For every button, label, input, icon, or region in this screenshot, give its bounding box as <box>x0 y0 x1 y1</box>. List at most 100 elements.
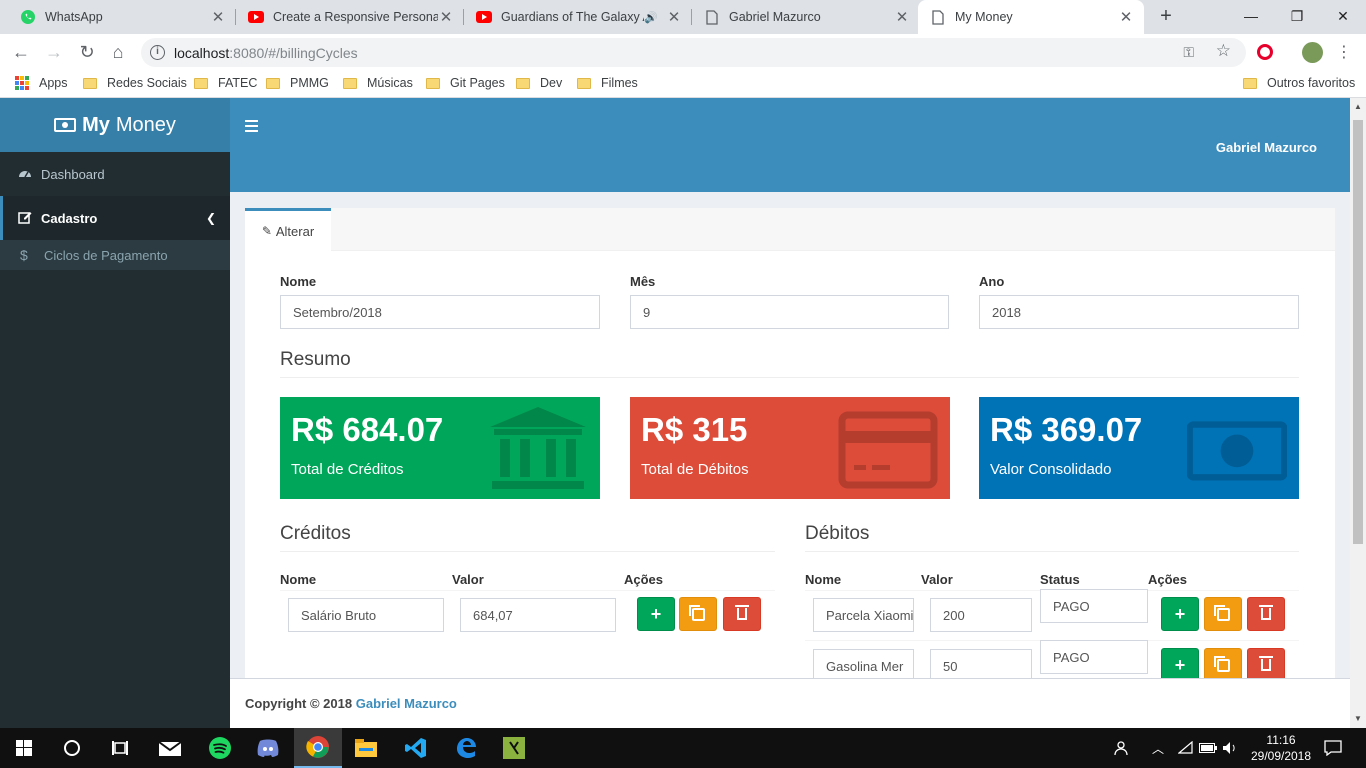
sidebar-item-ciclos[interactable]: $ Ciclos de Pagamento <box>0 240 230 270</box>
file-explorer-icon[interactable] <box>342 728 390 768</box>
notifications-icon[interactable] <box>1324 728 1342 768</box>
tab-title: Create a Responsive Personal P <box>273 10 438 24</box>
sidebar: Dashboard Cadastro ❮ $ Ciclos de Pagamen… <box>0 152 230 728</box>
add-credit-button[interactable]: + <box>637 597 675 631</box>
opera-extension-icon[interactable] <box>1257 44 1273 60</box>
logo-bold: My <box>82 113 110 136</box>
new-tab-button[interactable]: + <box>1154 5 1178 29</box>
info-icon[interactable]: i <box>150 45 165 60</box>
wifi-icon[interactable] <box>1178 728 1194 768</box>
browser-tab-my-money[interactable]: My Money ✕ <box>918 0 1144 34</box>
credit-nome-input[interactable]: Salário Bruto <box>288 598 444 632</box>
menu-icon[interactable]: ⋮ <box>1336 41 1352 65</box>
spotify-icon[interactable] <box>196 728 244 768</box>
tab-alterar[interactable]: ✎ Alterar <box>245 208 331 251</box>
app-logo[interactable]: My Money <box>0 98 230 152</box>
bookmarks-bar: Apps Redes Sociais FATEC PMMG Músicas Gi… <box>0 71 1366 98</box>
forward-button[interactable]: → <box>42 41 66 65</box>
windows-start-icon[interactable] <box>0 728 48 768</box>
back-button[interactable]: ← <box>9 41 33 65</box>
tab-title: WhatsApp <box>45 10 103 24</box>
close-tab-icon[interactable]: ✕ <box>666 8 682 26</box>
discord-icon[interactable] <box>244 728 292 768</box>
youtube-icon <box>476 9 492 25</box>
debt-status-input[interactable]: PAGO <box>1040 640 1148 674</box>
user-menu[interactable]: Gabriel Mazurco <box>1216 140 1317 155</box>
debt-nome-input[interactable]: Parcela Xiaomi <box>813 598 914 632</box>
scroll-down-arrow-icon[interactable]: ▼ <box>1354 714 1362 723</box>
close-window-button[interactable]: ✕ <box>1320 0 1366 34</box>
clone-debt-button[interactable] <box>1204 597 1242 631</box>
tray-expand-icon[interactable]: ︿ <box>1152 728 1164 768</box>
home-button[interactable]: ⌂ <box>106 41 130 65</box>
trash-icon <box>1259 656 1273 671</box>
task-view-icon[interactable] <box>96 728 144 768</box>
mes-input[interactable]: 9 <box>630 295 949 329</box>
scrollbar-thumb[interactable] <box>1353 120 1363 544</box>
browser-tab-youtube-2[interactable]: Guardians of The Galaxy A 🔊 ✕ <box>464 0 692 34</box>
consolidated-value: R$ 369.07 <box>990 411 1143 448</box>
close-tab-icon[interactable]: ✕ <box>894 8 910 26</box>
browser-tab-gabriel[interactable]: Gabriel Mazurco ✕ <box>692 0 920 34</box>
clone-credit-button[interactable] <box>679 597 717 631</box>
bookmark-folder[interactable]: Filmes <box>577 76 638 90</box>
search-cortana-icon[interactable] <box>48 728 96 768</box>
tab-title: My Money <box>955 10 1013 24</box>
bookmark-star-icon[interactable]: ☆ <box>1216 41 1231 61</box>
folder-icon <box>577 77 591 89</box>
system-clock[interactable]: 11:16 29/09/2018 <box>1246 732 1316 764</box>
debts-header-nome: Nome <box>805 572 842 587</box>
sidebar-toggle-icon[interactable] <box>245 120 258 132</box>
bookmark-folder[interactable]: FATEC <box>194 76 257 90</box>
bookmark-folder[interactable]: Músicas <box>343 76 413 90</box>
close-tab-icon[interactable]: ✕ <box>1118 8 1134 26</box>
sidebar-item-dashboard[interactable]: Dashboard <box>0 152 230 196</box>
omnibox[interactable]: i localhost:8080/#/billingCycles ⚿ ☆ <box>141 38 1246 67</box>
credit-card-icon <box>838 411 938 489</box>
chrome-taskbar-icon[interactable] <box>294 728 342 768</box>
edge-icon[interactable] <box>442 728 490 768</box>
volume-icon[interactable] <box>1222 728 1238 768</box>
battery-icon[interactable] <box>1199 728 1217 768</box>
browser-tab-whatsapp[interactable]: WhatsApp ✕ <box>8 0 236 34</box>
apps-grid-icon <box>15 76 29 90</box>
mail-icon[interactable] <box>146 728 194 768</box>
credit-valor-input[interactable]: 684,07 <box>460 598 616 632</box>
clone-debt-button[interactable] <box>1204 648 1242 682</box>
dollar-icon: $ <box>20 247 28 263</box>
page-scrollbar[interactable]: ▲ ▼ <box>1350 98 1366 728</box>
delete-credit-button[interactable] <box>723 597 761 631</box>
bookmark-folder[interactable]: Redes Sociais <box>83 76 187 90</box>
bookmark-folder[interactable]: Dev <box>516 76 562 90</box>
minimize-button[interactable]: — <box>1228 0 1274 34</box>
audio-playing-icon[interactable]: 🔊 <box>644 11 658 24</box>
debt-status-input[interactable]: PAGO <box>1040 589 1148 623</box>
bookmark-folder[interactable]: Git Pages <box>426 76 505 90</box>
nome-label: Nome <box>280 274 317 289</box>
vscode-icon[interactable] <box>392 728 440 768</box>
maximize-button[interactable]: ❐ <box>1274 0 1320 34</box>
bookmark-other[interactable]: Outros favoritos <box>1243 76 1355 90</box>
key-icon[interactable]: ⚿ <box>1183 44 1194 61</box>
author-link[interactable]: Gabriel Mazurco <box>356 696 457 711</box>
add-debt-button[interactable]: + <box>1161 597 1199 631</box>
close-tab-icon[interactable]: ✕ <box>210 8 226 26</box>
profile-avatar[interactable] <box>1302 42 1323 63</box>
bookmark-apps[interactable]: Apps <box>15 76 68 90</box>
url-text[interactable]: localhost:8080/#/billingCycles <box>174 45 358 61</box>
close-tab-icon[interactable]: ✕ <box>438 8 454 26</box>
browser-tab-youtube-1[interactable]: Create a Responsive Personal P ✕ <box>236 0 464 34</box>
sidebar-item-cadastro[interactable]: Cadastro ❮ <box>0 196 230 240</box>
debt-valor-input[interactable]: 200 <box>930 598 1032 632</box>
app-taskbar-icon[interactable] <box>490 728 538 768</box>
bookmark-folder[interactable]: PMMG <box>266 76 329 90</box>
debts-header-valor: Valor <box>921 572 953 587</box>
add-debt-button[interactable]: + <box>1161 648 1199 682</box>
nome-input[interactable]: Setembro/2018 <box>280 295 600 329</box>
reload-button[interactable]: ↻ <box>75 41 99 65</box>
ano-input[interactable]: 2018 <box>979 295 1299 329</box>
delete-debt-button[interactable] <box>1247 597 1285 631</box>
scroll-up-arrow-icon[interactable]: ▲ <box>1354 102 1362 111</box>
people-icon[interactable] <box>1114 728 1132 768</box>
delete-debt-button[interactable] <box>1247 648 1285 682</box>
